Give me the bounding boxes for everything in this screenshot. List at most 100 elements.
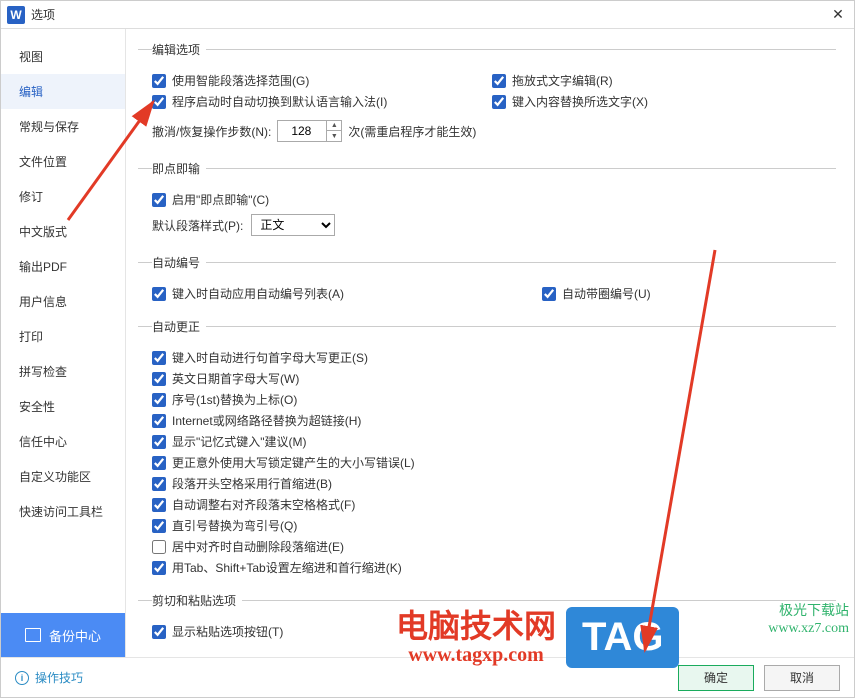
sidebar-item-label: 拼写检查 [19, 363, 67, 380]
checkbox-drag-edit[interactable] [492, 74, 506, 88]
sidebar-item-file-location[interactable]: 文件位置 [1, 144, 125, 179]
info-icon: i [15, 671, 29, 685]
label-undo-suffix: 次(需重启程序才能生效) [348, 123, 476, 140]
input-undo-steps[interactable] [278, 121, 326, 141]
label-auto-ime: 程序启动时自动切换到默认语言输入法(I) [172, 93, 387, 110]
checkbox-circle-number[interactable] [542, 287, 556, 301]
cancel-button[interactable]: 取消 [764, 665, 840, 691]
checkbox-autocorrect-9[interactable] [152, 540, 166, 554]
sidebar-item-user-info[interactable]: 用户信息 [1, 284, 125, 319]
group-legend: 即点即输 [152, 160, 206, 177]
label-autocorrect-1: 英文日期首字母大写(W) [172, 370, 299, 387]
checkbox-show-paste-options[interactable] [152, 625, 166, 639]
spin-down[interactable]: ▼ [327, 131, 341, 141]
sidebar-item-label: 快速访问工具栏 [19, 503, 103, 520]
sidebar-item-view[interactable]: 视图 [1, 39, 125, 74]
sidebar-item-spellcheck[interactable]: 拼写检查 [1, 354, 125, 389]
label-autocorrect-4: 显示"记忆式键入"建议(M) [172, 433, 307, 450]
label-autocorrect-10: 用Tab、Shift+Tab设置左缩进和首行缩进(K) [172, 559, 402, 576]
sidebar: 视图 编辑 常规与保存 文件位置 修订 中文版式 输出PDF 用户信息 打印 拼… [1, 29, 126, 657]
checkbox-autocorrect-3[interactable] [152, 414, 166, 428]
label-drag-edit: 拖放式文字编辑(R) [512, 72, 613, 89]
group-auto-correct: 自动更正 键入时自动进行句首字母大写更正(S) 英文日期首字母大写(W) 序号(1s… [138, 318, 836, 584]
group-legend: 编辑选项 [152, 41, 206, 58]
sidebar-item-output-pdf[interactable]: 输出PDF [1, 249, 125, 284]
cancel-label: 取消 [790, 669, 814, 686]
footer: i 操作技巧 确定 取消 [1, 657, 854, 697]
sidebar-item-revision[interactable]: 修订 [1, 179, 125, 214]
sidebar-item-customize-ribbon[interactable]: 自定义功能区 [1, 459, 125, 494]
checkbox-autocorrect-6[interactable] [152, 477, 166, 491]
label-show-paste-options: 显示粘贴选项按钮(T) [172, 623, 283, 640]
group-legend: 自动更正 [152, 318, 206, 335]
spinner-undo-steps: ▲ ▼ [277, 120, 342, 142]
label-enable-clicktype: 启用"即点即输"(C) [172, 191, 269, 208]
backup-center-button[interactable]: 备份中心 [1, 613, 125, 657]
checkbox-autocorrect-2[interactable] [152, 393, 166, 407]
label-autocorrect-8: 直引号替换为弯引号(Q) [172, 517, 297, 534]
sidebar-item-label: 打印 [19, 328, 43, 345]
checkbox-autocorrect-7[interactable] [152, 498, 166, 512]
sidebar-item-label: 信任中心 [19, 433, 67, 450]
label-circle-number: 自动带圈编号(U) [562, 285, 651, 302]
sidebar-item-trust-center[interactable]: 信任中心 [1, 424, 125, 459]
sidebar-item-security[interactable]: 安全性 [1, 389, 125, 424]
label-autocorrect-7: 自动调整右对齐段落末空格格式(F) [172, 496, 355, 513]
group-legend: 剪切和粘贴选项 [152, 592, 242, 609]
content-pane: 编辑选项 使用智能段落选择范围(G) 程序启动时自动切换到默认语言输入法(I) [126, 29, 854, 657]
tips-label: 操作技巧 [35, 669, 83, 686]
label-autocorrect-3: Internet或网络路径替换为超链接(H) [172, 412, 361, 429]
sidebar-item-label: 文件位置 [19, 153, 67, 170]
group-click-type: 即点即输 启用"即点即输"(C) 默认段落样式(P): 正文 [138, 160, 836, 246]
app-icon: W [7, 6, 25, 24]
sidebar-item-label: 中文版式 [19, 223, 67, 240]
titlebar: W 选项 ✕ [1, 1, 854, 29]
checkbox-autocorrect-1[interactable] [152, 372, 166, 386]
label-smart-paragraph: 使用智能段落选择范围(G) [172, 72, 309, 89]
group-edit-options: 编辑选项 使用智能段落选择范围(G) 程序启动时自动切换到默认语言输入法(I) [138, 41, 836, 152]
sidebar-item-general-save[interactable]: 常规与保存 [1, 109, 125, 144]
checkbox-autocorrect-10[interactable] [152, 561, 166, 575]
sidebar-item-label: 输出PDF [19, 258, 67, 275]
checkbox-autocorrect-8[interactable] [152, 519, 166, 533]
checkbox-overtype[interactable] [492, 95, 506, 109]
sidebar-item-label: 视图 [19, 48, 43, 65]
checkbox-smart-paragraph[interactable] [152, 74, 166, 88]
sidebar-item-label: 安全性 [19, 398, 55, 415]
sidebar-item-label: 修订 [19, 188, 43, 205]
label-overtype: 键入内容替换所选文字(X) [512, 93, 648, 110]
group-legend: 自动编号 [152, 254, 206, 271]
close-button[interactable]: ✕ [828, 5, 848, 25]
sidebar-item-chinese-layout[interactable]: 中文版式 [1, 214, 125, 249]
sidebar-item-label: 自定义功能区 [19, 468, 91, 485]
backup-center-label: 备份中心 [49, 626, 101, 645]
ok-button[interactable]: 确定 [678, 665, 754, 691]
label-autocorrect-6: 段落开头空格采用行首缩进(B) [172, 475, 332, 492]
checkbox-autocorrect-0[interactable] [152, 351, 166, 365]
sidebar-item-print[interactable]: 打印 [1, 319, 125, 354]
group-auto-number: 自动编号 键入时自动应用自动编号列表(A) 自动带圈编号(U) [138, 254, 836, 310]
checkbox-auto-ime[interactable] [152, 95, 166, 109]
label-autocorrect-2: 序号(1st)替换为上标(O) [172, 391, 297, 408]
sidebar-item-quick-access[interactable]: 快速访问工具栏 [1, 494, 125, 529]
spin-up[interactable]: ▲ [327, 121, 341, 131]
checkbox-auto-number-list[interactable] [152, 287, 166, 301]
label-autocorrect-5: 更正意外使用大写锁定键产生的大小写错误(L) [172, 454, 415, 471]
label-default-paragraph-style: 默认段落样式(P): [152, 217, 243, 234]
label-autocorrect-9: 居中对齐时自动删除段落缩进(E) [172, 538, 344, 555]
checkbox-autocorrect-5[interactable] [152, 456, 166, 470]
tips-link[interactable]: i 操作技巧 [15, 669, 83, 686]
checkbox-enable-clicktype[interactable] [152, 193, 166, 207]
sidebar-item-label: 常规与保存 [19, 118, 79, 135]
label-undo-steps: 撤消/恢复操作步数(N): [152, 123, 271, 140]
checkbox-autocorrect-4[interactable] [152, 435, 166, 449]
sidebar-item-edit[interactable]: 编辑 [1, 74, 125, 109]
select-default-paragraph-style[interactable]: 正文 [251, 214, 335, 236]
backup-icon [25, 628, 41, 642]
sidebar-item-label: 编辑 [19, 83, 43, 100]
label-auto-number-list: 键入时自动应用自动编号列表(A) [172, 285, 344, 302]
ok-label: 确定 [704, 669, 728, 686]
label-autocorrect-0: 键入时自动进行句首字母大写更正(S) [172, 349, 368, 366]
window-title: 选项 [31, 6, 55, 23]
sidebar-item-label: 用户信息 [19, 293, 67, 310]
